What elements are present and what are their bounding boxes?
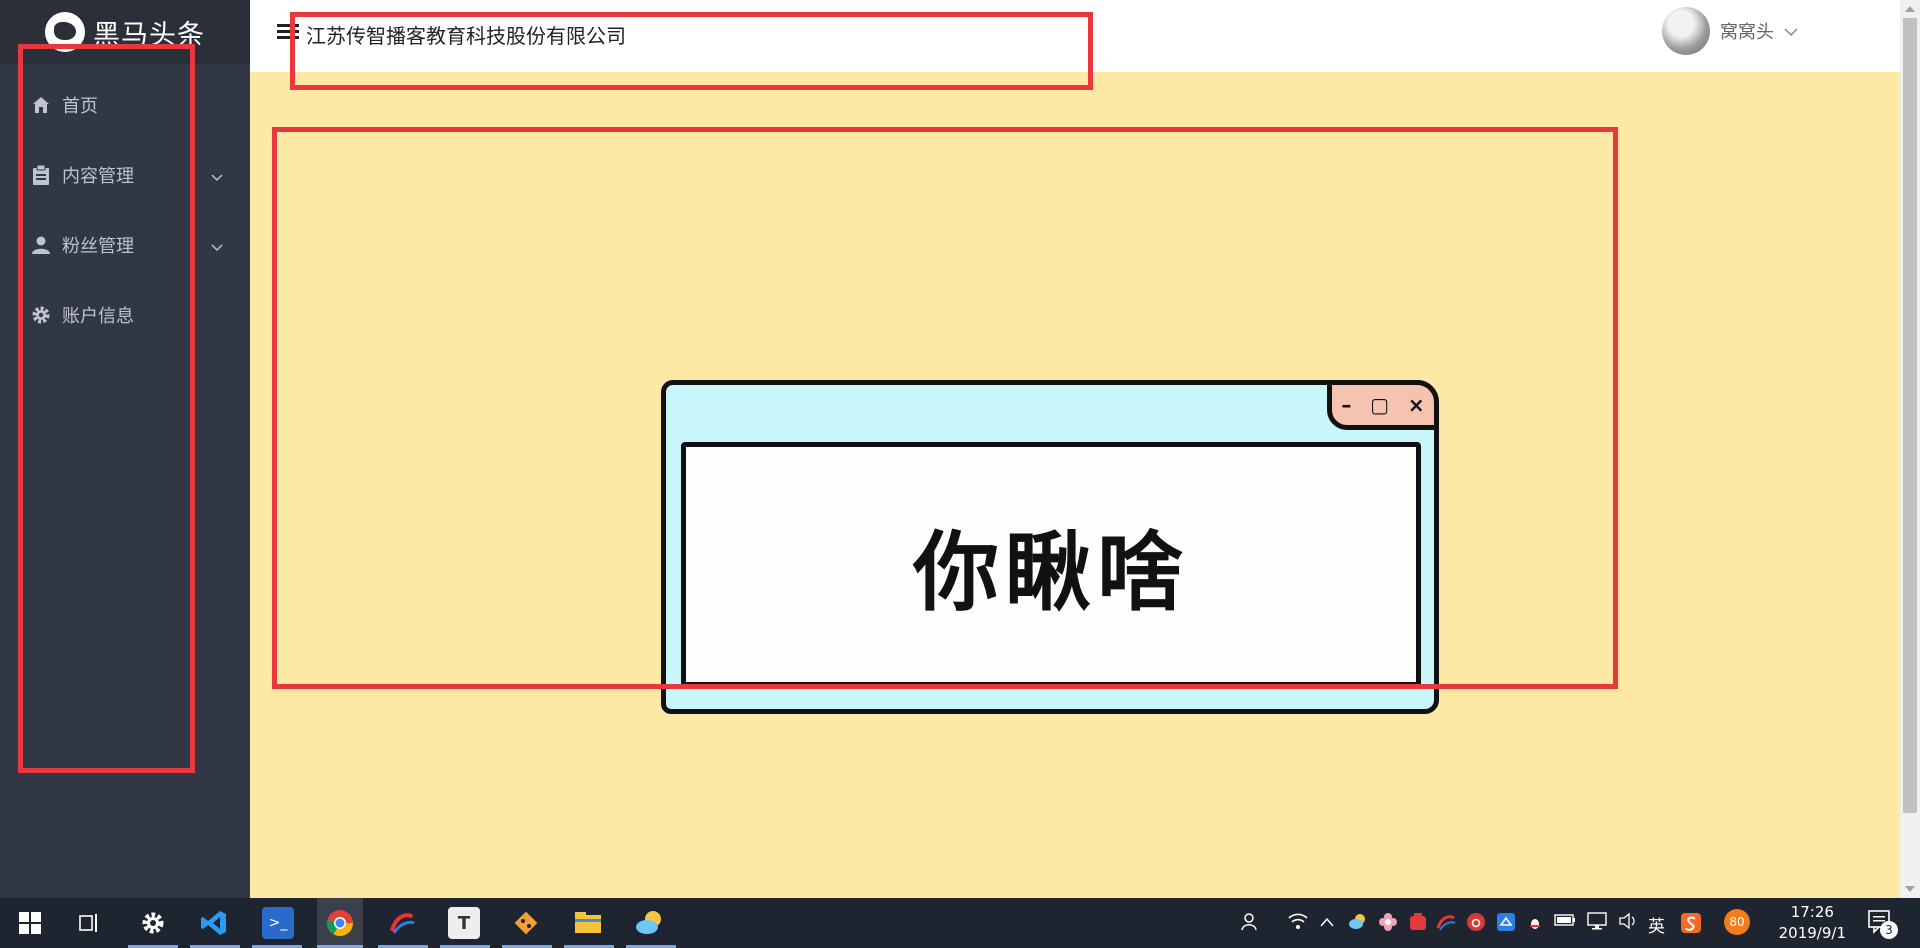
notification-count: 3 — [1885, 923, 1893, 937]
task-view-icon[interactable] — [74, 907, 106, 939]
input-language[interactable]: 英 — [1648, 912, 1665, 937]
annotation-box-header — [290, 12, 1093, 90]
weather-cloud-icon[interactable] — [634, 907, 666, 939]
red-app-icon[interactable] — [1408, 912, 1428, 936]
scroll-down-icon[interactable] — [1905, 886, 1915, 892]
swirl-tray-icon[interactable] — [1436, 912, 1456, 936]
user-menu[interactable]: 窝窝头 — [1662, 7, 1798, 55]
badge-count: 80 — [1729, 915, 1745, 929]
cloud-drive-icon[interactable] — [1496, 912, 1516, 936]
chevron-down-icon — [211, 166, 223, 187]
windows-taskbar: >_ T 英 80 17:26 2019/9/1 3 — [0, 898, 1920, 948]
clock-date: 2019/9/1 — [1778, 924, 1846, 942]
annotation-box-main — [272, 127, 1618, 689]
volume-icon[interactable] — [1618, 912, 1638, 934]
settings-gear-icon[interactable] — [137, 907, 169, 939]
app-swirl-icon[interactable] — [386, 907, 418, 939]
chrome-icon[interactable] — [317, 898, 363, 948]
flower-icon[interactable] — [1378, 912, 1398, 936]
git-icon[interactable] — [510, 907, 542, 939]
system-clock[interactable]: 17:26 2019/9/1 — [1779, 902, 1846, 944]
wifi-icon[interactable] — [1288, 912, 1308, 934]
vertical-scrollbar[interactable] — [1900, 0, 1920, 898]
typora-icon[interactable]: T — [448, 907, 480, 939]
people-icon[interactable] — [1240, 912, 1260, 936]
file-explorer-icon[interactable] — [572, 907, 604, 939]
badge-circle[interactable]: 80 — [1724, 909, 1750, 935]
username[interactable]: 窝窝头 — [1720, 18, 1774, 44]
network-monitor-icon[interactable] — [1586, 912, 1608, 934]
sogou-icon[interactable] — [1680, 912, 1702, 938]
windows-start-icon[interactable] — [14, 907, 46, 939]
vscode-icon[interactable] — [198, 907, 230, 939]
scroll-up-icon[interactable] — [1905, 6, 1915, 12]
battery-icon[interactable] — [1554, 912, 1576, 931]
annotation-box-sidebar — [18, 44, 195, 773]
chevron-down-icon — [211, 236, 223, 257]
netease-music-icon[interactable] — [1466, 912, 1486, 936]
notification-badge: 3 — [1880, 921, 1898, 939]
chevron-down-icon[interactable] — [1784, 22, 1798, 41]
powershell-icon[interactable]: >_ — [262, 907, 294, 939]
scroll-thumb[interactable] — [1903, 18, 1917, 813]
tray-weather-icon[interactable] — [1348, 912, 1368, 934]
qq-icon[interactable] — [1526, 912, 1544, 936]
avatar[interactable] — [1662, 7, 1710, 55]
clock-time: 17:26 — [1790, 903, 1834, 921]
chevron-up-icon[interactable] — [1320, 912, 1334, 931]
